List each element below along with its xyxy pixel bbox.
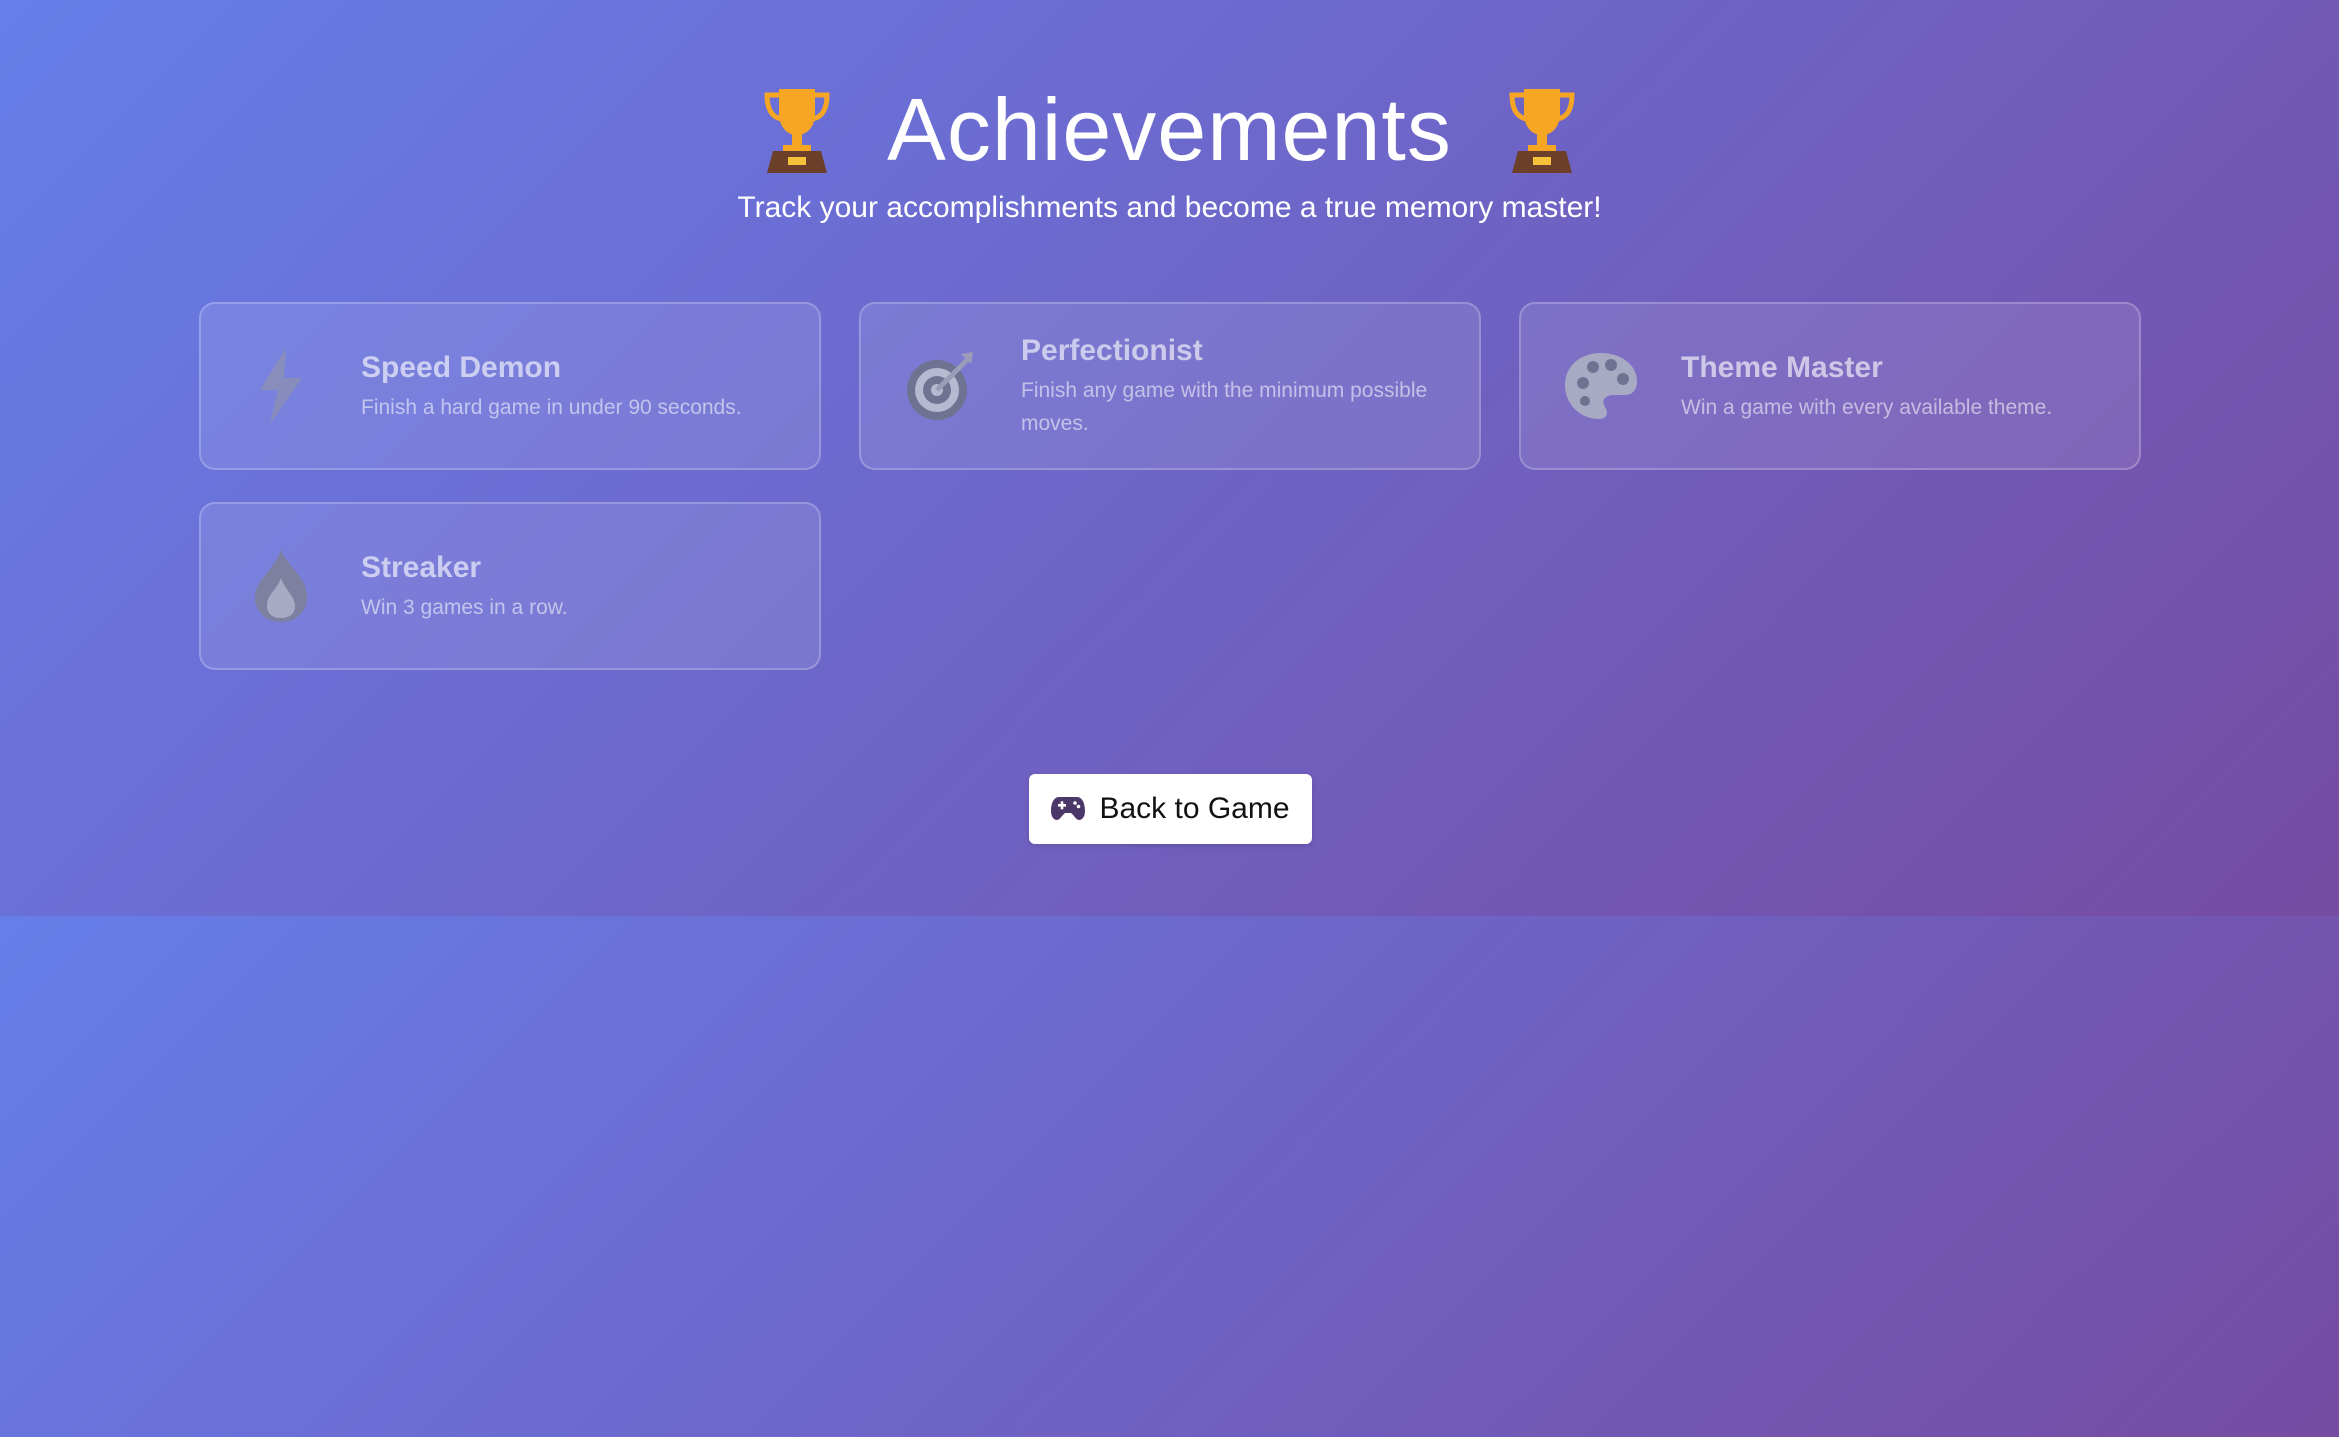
page-title: Achievements xyxy=(887,80,1452,179)
achievement-description: Finish any game with the minimum possibl… xyxy=(1021,379,1428,435)
achievement-card-speed-demon: Speed Demon Finish a hard game in under … xyxy=(199,302,821,470)
flame-icon xyxy=(201,502,361,670)
gamepad-icon xyxy=(1051,795,1086,824)
trophy-icon xyxy=(759,85,835,175)
achievement-card-perfectionist: Perfectionist Finish any game with the m… xyxy=(859,302,1481,470)
target-icon xyxy=(861,302,1021,470)
achievement-title: Perfectionist xyxy=(1021,334,1203,367)
lightning-icon xyxy=(201,302,361,470)
trophy-icon xyxy=(1504,85,1580,175)
achievement-description: Win a game with every available theme. xyxy=(1681,395,2053,419)
page-subtitle: Track your accomplishments and become a … xyxy=(737,191,1602,224)
achievement-card-theme-master: Theme Master Win a game with every avail… xyxy=(1519,302,2141,470)
achievement-title: Theme Master xyxy=(1681,350,1883,384)
achievement-description: Win 3 games in a row. xyxy=(361,595,568,619)
achievement-card-streaker: Streaker Win 3 games in a row. xyxy=(199,502,821,670)
palette-icon xyxy=(1521,302,1681,470)
page-header: Achievements xyxy=(0,70,2339,190)
achievement-title: Speed Demon xyxy=(361,350,562,384)
page-background xyxy=(0,916,2339,1437)
achievement-description: Finish a hard game in under 90 seconds. xyxy=(361,395,742,419)
achievement-title: Streaker xyxy=(361,550,482,584)
back-to-game-button[interactable]: Back to Game xyxy=(1029,774,1312,844)
back-to-game-label: Back to Game xyxy=(1099,792,1290,825)
